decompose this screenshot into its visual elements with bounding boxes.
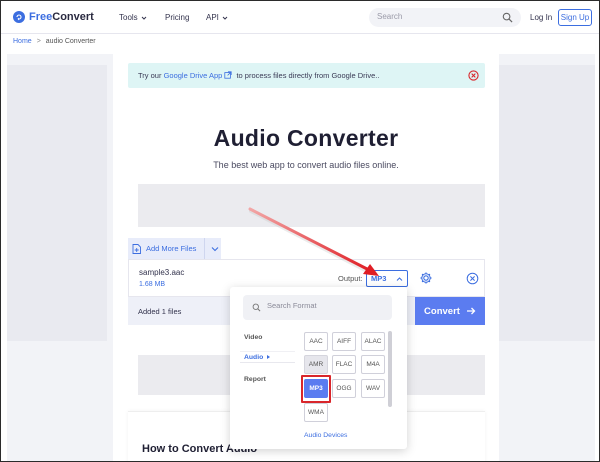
banner-prefix: Try our <box>138 71 164 80</box>
audio-devices-link[interactable]: Audio Devices <box>304 432 347 439</box>
breadcrumb-home-link[interactable]: Home <box>13 38 32 45</box>
add-more-files-label: Add More Files <box>146 244 197 253</box>
freeconvert-logo[interactable]: FreeConvert <box>13 11 94 23</box>
nav-pricing-label: Pricing <box>165 13 190 22</box>
format-option-alac[interactable]: ALAC <box>361 332 385 351</box>
caret-right-icon <box>267 355 271 359</box>
browser-page: FreeConvert Tools Pricing API Log In Sig… <box>0 0 600 462</box>
chevron-up-icon <box>396 277 403 281</box>
logo-icon <box>13 11 25 23</box>
signup-button[interactable]: Sign Up <box>558 9 592 26</box>
breadcrumb-separator: > <box>36 38 41 45</box>
gear-icon[interactable] <box>419 271 433 285</box>
google-drive-banner: Try our Google Drive App to process file… <box>128 63 485 88</box>
remove-file-icon[interactable] <box>466 272 479 285</box>
category-audio-label: Audio <box>244 354 264 361</box>
page-subtitle: The best web app to convert audio files … <box>213 160 399 170</box>
format-list-scrollbar[interactable] <box>388 331 392 407</box>
convert-button[interactable]: Convert <box>415 297 485 325</box>
login-link[interactable]: Log In <box>530 13 552 22</box>
banner-text: Try our Google Drive App to process file… <box>138 71 379 80</box>
search-icon <box>252 303 261 312</box>
output-label: Output: <box>338 274 363 283</box>
logo-text-free: Free <box>29 11 53 23</box>
format-option-flac[interactable]: FLAC <box>332 355 356 374</box>
nav-api-label: API <box>206 13 219 22</box>
nav-tools-menu[interactable]: Tools <box>119 13 147 22</box>
format-search <box>243 295 392 320</box>
add-more-files-button[interactable]: Add More Files <box>128 238 221 259</box>
format-option-wma[interactable]: WMA <box>304 403 328 422</box>
chevron-down-icon <box>141 16 147 20</box>
google-drive-app-link[interactable]: Google Drive App <box>164 71 223 80</box>
category-audio[interactable]: Audio <box>244 354 271 361</box>
divider <box>240 362 295 363</box>
format-option-m4a[interactable]: M4A <box>361 355 385 374</box>
breadcrumb-current: audio Converter <box>45 38 96 45</box>
format-option-amr[interactable]: AMR <box>304 355 328 374</box>
arrow-right-icon <box>466 307 476 315</box>
output-format-value: MP3 <box>371 274 387 283</box>
site-search <box>369 8 521 27</box>
added-files-text: Added 1 files <box>138 307 182 316</box>
selection-highlight-box <box>301 375 331 403</box>
format-option-aiff[interactable]: AIFF <box>332 332 356 351</box>
convert-button-label: Convert <box>424 305 460 317</box>
banner-suffix: to process files directly from Google Dr… <box>234 71 380 80</box>
nav-pricing-link[interactable]: Pricing <box>165 13 189 22</box>
file-icon <box>132 243 141 254</box>
nav-api-menu[interactable]: API <box>206 13 228 22</box>
format-search-input[interactable] <box>267 301 382 310</box>
category-report[interactable]: Report <box>244 376 266 383</box>
divider <box>240 351 295 352</box>
logo-text: FreeConvert <box>29 11 94 23</box>
format-option-aac[interactable]: AAC <box>304 332 328 351</box>
format-dropdown: Video Audio Report AAC AIFF ALAC AMR FLA… <box>230 287 407 449</box>
logo-text-convert: Convert <box>52 11 94 23</box>
external-link-icon <box>224 71 232 79</box>
breadcrumb: Home > audio Converter <box>13 38 96 45</box>
left-ad-slot <box>7 65 107 341</box>
close-icon[interactable] <box>468 70 479 81</box>
right-ad-slot <box>499 65 595 341</box>
ad-placeholder <box>138 184 485 227</box>
format-option-ogg[interactable]: OGG <box>332 379 356 398</box>
chevron-down-icon[interactable] <box>211 245 219 253</box>
file-name: sample3.aac <box>139 268 185 277</box>
divider <box>204 238 206 259</box>
site-search-input[interactable] <box>377 12 497 21</box>
file-size: 1.68 MB <box>139 281 166 288</box>
nav-tools-label: Tools <box>119 13 138 22</box>
chevron-down-icon <box>222 16 228 20</box>
output-format-select[interactable]: MP3 <box>366 270 408 287</box>
category-video[interactable]: Video <box>244 334 262 341</box>
search-icon[interactable] <box>502 12 513 23</box>
format-option-wav[interactable]: WAV <box>361 379 385 398</box>
page-title: Audio Converter <box>213 125 399 151</box>
top-navbar: FreeConvert Tools Pricing API Log In Sig… <box>1 1 599 34</box>
